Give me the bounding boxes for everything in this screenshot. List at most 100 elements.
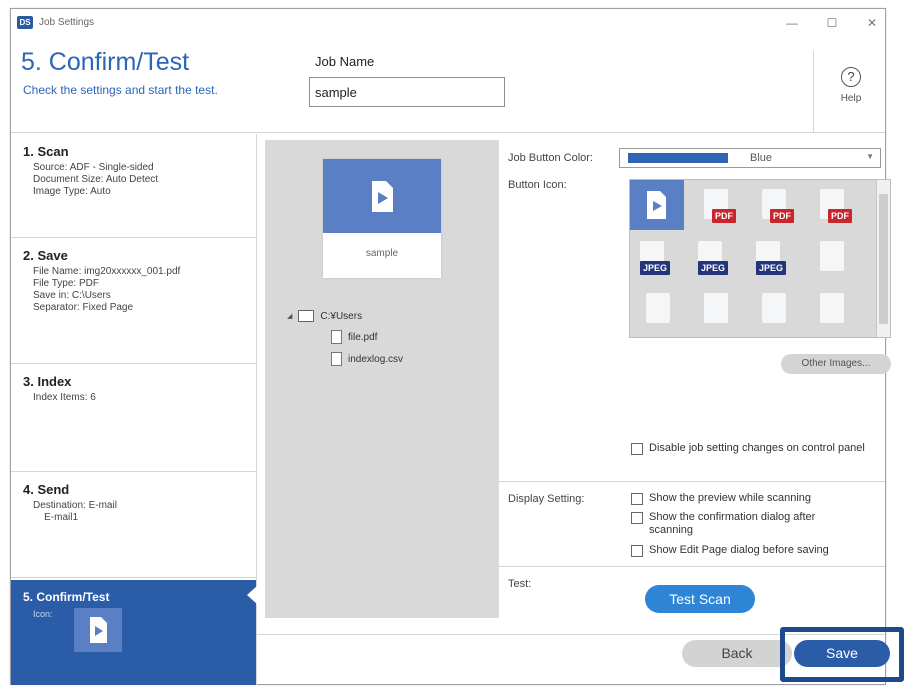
sidebar-item-title: 1. Scan bbox=[23, 144, 69, 159]
job-settings-window: DS Job Settings — ☐ ✕ 5. Confirm/Test Ch… bbox=[10, 8, 891, 685]
document-icon bbox=[820, 293, 844, 323]
expand-arrow-icon: ◢ bbox=[287, 313, 293, 320]
app-icon: DS bbox=[17, 16, 33, 29]
other-images-button[interactable]: Other Images... bbox=[781, 354, 891, 374]
sidebar-item-title: 3. Index bbox=[23, 374, 72, 389]
pdf-badge: PDF bbox=[712, 209, 736, 223]
chevron-down-icon: ▼ bbox=[866, 152, 874, 161]
title-bar: DS Job Settings — ☐ ✕ bbox=[11, 9, 885, 37]
page-subtitle: Check the settings and start the test. bbox=[23, 83, 218, 97]
sidebar-item-confirm-test[interactable]: 5. Confirm/Test Icon: bbox=[11, 580, 257, 685]
display-setting-label: Display Setting: bbox=[508, 493, 585, 505]
sidebar-item-scan[interactable]: 1. Scan Source: ADF - Single-sided Docum… bbox=[11, 134, 256, 238]
show-edit-page-checkbox[interactable]: Show Edit Page dialog before saving bbox=[631, 544, 881, 557]
help-label: Help bbox=[840, 93, 862, 104]
job-button-label: sample bbox=[365, 248, 399, 259]
settings-panel: Job Button Color: Blue ▼ Button Icon: PD… bbox=[499, 134, 891, 634]
tree-folder-row[interactable]: ◢ C:¥Users bbox=[287, 310, 362, 322]
window-title: Job Settings bbox=[39, 17, 95, 28]
back-button[interactable]: Back bbox=[682, 640, 792, 667]
test-label: Test: bbox=[508, 578, 532, 590]
folder-icon bbox=[298, 310, 315, 322]
divider bbox=[813, 51, 814, 133]
job-name-input[interactable] bbox=[309, 77, 505, 107]
sidebar-item-detail: Icon: bbox=[33, 609, 53, 619]
icon-option[interactable] bbox=[688, 284, 742, 334]
page-title: 5. Confirm/Test bbox=[21, 48, 190, 76]
tree-file-row[interactable]: file.pdf bbox=[331, 330, 377, 344]
play-document-icon bbox=[74, 608, 122, 652]
icon-option[interactable]: PDF bbox=[804, 180, 858, 230]
steps-sidebar: 1. Scan Source: ADF - Single-sided Docum… bbox=[11, 134, 257, 685]
sidebar-item-detail: Destination: E-mail E-mail1 bbox=[33, 500, 117, 523]
tree-file-label: indexlog.csv bbox=[348, 353, 404, 365]
checkbox-label: Show the preview while scanning bbox=[649, 492, 812, 504]
sidebar-item-index[interactable]: 3. Index Index Items: 6 bbox=[11, 364, 256, 472]
document-icon bbox=[820, 241, 844, 271]
icon-option[interactable] bbox=[804, 284, 858, 334]
show-confirmation-checkbox[interactable]: Show the confirmation dialog after scann… bbox=[631, 511, 861, 537]
file-icon bbox=[331, 330, 342, 344]
page-header: 5. Confirm/Test Check the settings and s… bbox=[11, 37, 885, 133]
checkbox[interactable] bbox=[631, 493, 643, 505]
play-document-icon bbox=[323, 159, 441, 233]
job-button-color-select[interactable]: Blue ▼ bbox=[619, 148, 881, 168]
jpeg-badge: JPEG bbox=[756, 261, 787, 275]
sidebar-item-save[interactable]: 2. Save File Name: img20xxxxxx_001.pdf F… bbox=[11, 238, 256, 364]
save-button[interactable]: Save bbox=[794, 640, 890, 667]
job-button-color-label: Job Button Color: bbox=[508, 152, 593, 164]
color-select-value: Blue bbox=[750, 152, 773, 164]
maximize-button[interactable]: ☐ bbox=[817, 12, 847, 34]
icon-option[interactable] bbox=[630, 284, 684, 334]
help-icon: ? bbox=[841, 67, 861, 87]
document-icon bbox=[646, 293, 670, 323]
active-indicator bbox=[247, 586, 257, 604]
help-button[interactable]: ? Help bbox=[823, 55, 879, 125]
sidebar-item-detail: File Name: img20xxxxxx_001.pdf File Type… bbox=[33, 266, 181, 313]
file-icon bbox=[331, 352, 342, 366]
sidebar-item-detail: Index Items: 6 bbox=[33, 392, 96, 403]
icon-option[interactable] bbox=[804, 232, 858, 282]
job-name-label: Job Name bbox=[315, 54, 375, 69]
pdf-badge: PDF bbox=[828, 209, 852, 223]
icon-option[interactable]: PDF bbox=[746, 180, 800, 230]
button-icon-label: Button Icon: bbox=[508, 179, 567, 191]
pdf-badge: PDF bbox=[770, 209, 794, 223]
divider bbox=[499, 481, 885, 482]
icon-grid-scrollbar[interactable] bbox=[876, 180, 890, 337]
tree-folder-label: C:¥Users bbox=[320, 310, 363, 322]
jpeg-badge: JPEG bbox=[698, 261, 729, 275]
icon-option[interactable]: JPEG bbox=[630, 232, 684, 282]
show-preview-checkbox[interactable]: Show the preview while scanning bbox=[631, 492, 881, 505]
disable-changes-checkbox[interactable]: Disable job setting changes on control p… bbox=[631, 442, 881, 455]
divider bbox=[257, 634, 885, 635]
checkbox[interactable] bbox=[631, 443, 643, 455]
job-button-preview: sample bbox=[323, 159, 441, 278]
sidebar-item-title: 5. Confirm/Test bbox=[23, 590, 110, 604]
sidebar-item-send[interactable]: 4. Send Destination: E-mail E-mail1 bbox=[11, 472, 256, 578]
tree-file-label: file.pdf bbox=[348, 331, 378, 343]
close-button[interactable]: ✕ bbox=[857, 12, 887, 34]
icon-option[interactable]: JPEG bbox=[746, 232, 800, 282]
divider bbox=[499, 566, 885, 567]
document-icon bbox=[704, 293, 728, 323]
color-swatch bbox=[628, 153, 728, 163]
checkbox[interactable] bbox=[631, 512, 643, 524]
document-icon bbox=[762, 293, 786, 323]
scrollbar-thumb[interactable] bbox=[879, 194, 888, 324]
checkbox-label: Disable job setting changes on control p… bbox=[649, 442, 865, 454]
checkbox[interactable] bbox=[631, 545, 643, 557]
checkbox-label: Show Edit Page dialog before saving bbox=[649, 544, 829, 556]
test-scan-button[interactable]: Test Scan bbox=[645, 585, 755, 613]
sidebar-item-title: 4. Send bbox=[23, 482, 70, 497]
minimize-button[interactable]: — bbox=[777, 12, 807, 34]
icon-option[interactable]: PDF bbox=[688, 180, 742, 230]
button-icon-grid: PDF PDF PDF JPEG JPEG JPEG bbox=[629, 179, 891, 338]
sidebar-item-detail: Source: ADF - Single-sided Document Size… bbox=[33, 162, 159, 197]
icon-option[interactable] bbox=[746, 284, 800, 334]
icon-option[interactable]: JPEG bbox=[688, 232, 742, 282]
checkbox-label: Show the confirmation dialog after scann… bbox=[649, 511, 816, 536]
jpeg-badge: JPEG bbox=[640, 261, 671, 275]
tree-file-row[interactable]: indexlog.csv bbox=[331, 352, 403, 366]
icon-option[interactable] bbox=[630, 180, 684, 230]
